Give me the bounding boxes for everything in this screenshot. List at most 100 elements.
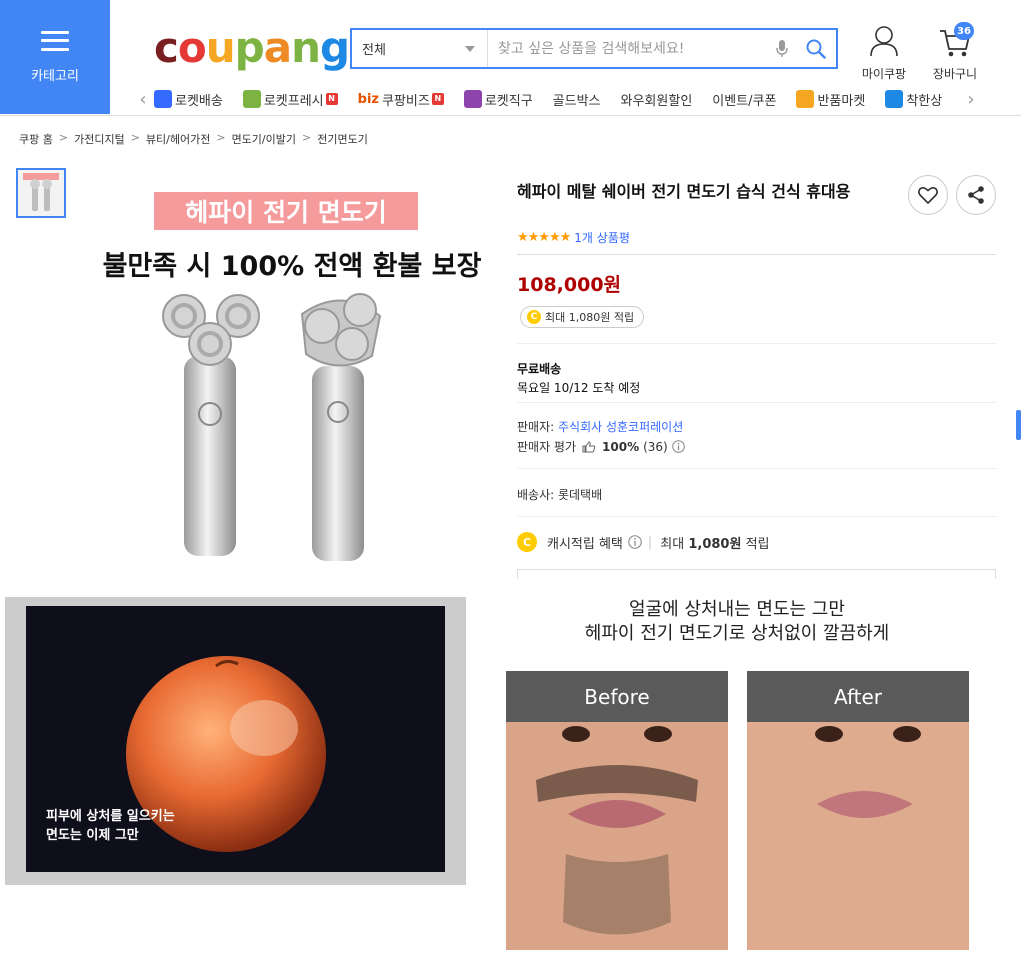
category-label: 카테고리 [31, 68, 79, 84]
search-input[interactable] [488, 30, 768, 67]
cash-amount: 1,080원 [688, 536, 742, 552]
courier-info: 배송사: 롯데택배 [517, 488, 603, 502]
info-icon[interactable] [671, 440, 685, 453]
logo-letter: a [263, 23, 292, 72]
cash-suffix: 적립 [745, 536, 770, 552]
search-icon [806, 39, 826, 59]
logo-letter: g [320, 23, 350, 72]
nav-next-arrow[interactable]: › [960, 89, 982, 110]
orange-caption-line1: 피부에 상처를 일으키는 [46, 809, 175, 824]
rocket-icon [154, 90, 172, 108]
product-main-image[interactable]: 헤파이 전기 면도기 불만족 시 100% 전액 환불 보장 [82, 168, 502, 568]
nav-item-label: 반품마켓 [817, 93, 866, 109]
global-rocket-icon [463, 90, 482, 108]
before-image: Before [506, 671, 728, 950]
nav-item-label: 착한상 [906, 93, 943, 109]
product-thumbnail[interactable] [16, 168, 66, 218]
hero-banner-text: 헤파이 전기 면도기 [185, 198, 387, 227]
divider [517, 254, 996, 255]
nav-item-label: 골드박스 [552, 93, 601, 109]
coin-icon: C [527, 310, 541, 324]
breadcrumb-link[interactable]: 뷰티/헤어가전 [146, 131, 210, 147]
seller-rating-count: (36) [643, 439, 668, 454]
return-market-icon [796, 90, 815, 108]
seller-link[interactable]: 주식회사 성훈코퍼레이션 [558, 420, 683, 434]
wishlist-button[interactable] [908, 175, 948, 215]
orange-caption-line2: 면도는 이제 그만 [46, 828, 139, 843]
category-nav: ‹ 로켓배송 로켓프레시 N biz 쿠팡비즈 N 로켓직구 골드박스 와우회원할인 이벤트/쿠폰… [132, 86, 982, 112]
nav-item[interactable]: 와우회원할인 [621, 90, 693, 109]
breadcrumb-link[interactable]: 면도기/이발기 [232, 131, 296, 147]
points-badge: C 최대 1,080원 적립 [520, 306, 645, 328]
new-badge: N [431, 93, 444, 105]
chevron-down-icon [465, 45, 475, 52]
search-bar: 전체 [350, 28, 838, 69]
breadcrumb-separator: > [302, 131, 312, 144]
nav-prev-arrow[interactable]: ‹ [132, 89, 154, 110]
separator: | [647, 534, 653, 550]
coin-icon: C [517, 532, 537, 552]
nav-item[interactable]: 착한상 [885, 90, 942, 109]
divider [517, 468, 996, 469]
option-box [517, 569, 996, 579]
share-button[interactable] [956, 175, 996, 215]
review-count-link[interactable]: 1개 상품평 [574, 229, 630, 246]
page-scrollbar[interactable] [1016, 410, 1021, 440]
compare-caption: 얼굴에 상처내는 면도는 그만 헤파이 전기 면도기로 상처없이 깔끔하게 [506, 598, 968, 646]
user-icon [870, 26, 898, 57]
seller-label: 판매자: [517, 420, 555, 434]
rating-stars: ★★★★★ [517, 230, 571, 245]
thumbnail-image [23, 173, 59, 211]
nav-item[interactable]: 로켓직구 [463, 90, 533, 109]
info-icon[interactable] [628, 535, 642, 549]
product-title: 헤파이 메탈 쉐이버 전기 면도기 습식 건식 휴대용 [517, 182, 851, 201]
nav-item-label: 이벤트/쿠폰 [712, 93, 777, 109]
after-label: After [747, 671, 969, 722]
mycoupang-label: 마이쿠팡 [861, 67, 907, 81]
points-text: 최대 1,080원 적립 [545, 311, 635, 324]
nav-item-label: 와우회원할인 [620, 93, 693, 109]
compare-caption-line2: 헤파이 전기 면도기로 상처없이 깔끔하게 [584, 623, 890, 644]
logo-letter: p [234, 23, 265, 72]
breadcrumb-link[interactable]: 전기면도기 [317, 131, 368, 147]
voice-search-icon[interactable] [768, 39, 796, 58]
seller-info: 판매자: 주식회사 성훈코퍼레이션 [517, 418, 683, 435]
new-badge: N [325, 93, 338, 105]
search-button[interactable] [796, 39, 836, 59]
divider [517, 343, 996, 344]
product-rating[interactable]: ★★★★★ 1개 상품평 [517, 229, 630, 246]
logo-letter: o [177, 23, 207, 72]
product-price: 108,000원 [517, 274, 622, 296]
header-divider [0, 115, 1021, 116]
face-before-illustration [506, 722, 728, 950]
cash-reward-label: 캐시적립 혜택 [547, 536, 623, 552]
shipping-type: 무료배송 [517, 362, 562, 376]
hero-banner: 헤파이 전기 면도기 [154, 192, 418, 230]
category-menu-button[interactable]: 카테고리 [0, 0, 110, 114]
good-shop-icon [885, 90, 904, 108]
nav-item[interactable]: 이벤트/쿠폰 [712, 90, 776, 109]
after-image: After [747, 671, 969, 950]
divider [517, 516, 996, 517]
mycoupang-button[interactable]: 마이쿠팡 [858, 25, 910, 82]
breadcrumb-link[interactable]: 쿠팡 홈 [19, 131, 53, 147]
nav-item[interactable]: 로켓프레시 N [242, 90, 338, 109]
shaver-illustration [162, 293, 382, 561]
nav-items: 로켓배송 로켓프레시 N biz 쿠팡비즈 N 로켓직구 골드박스 와우회원할인 이벤트/쿠폰 반품… [154, 90, 960, 109]
cash-reward: C 캐시적립 혜택 | 최대 1,080원 적립 [517, 532, 770, 552]
nav-item[interactable]: biz 쿠팡비즈 N [358, 90, 444, 109]
cart-button[interactable]: 36 장바구니 [926, 22, 984, 82]
share-icon [968, 186, 984, 204]
nav-item[interactable]: 반품마켓 [796, 90, 865, 109]
nav-item[interactable]: 골드박스 [553, 90, 601, 109]
nav-item[interactable]: 로켓배송 [154, 90, 223, 109]
search-scope-value: 전체 [362, 43, 386, 58]
breadcrumb-separator: > [130, 131, 140, 144]
face-after-illustration [747, 722, 969, 950]
seller-rating-label: 판매자 평가 [517, 440, 577, 454]
logo-letter: u [205, 23, 236, 72]
breadcrumb-link[interactable]: 가전디지털 [74, 131, 125, 147]
rocket-fresh-icon [242, 90, 261, 108]
coupang-logo[interactable]: coupang [154, 23, 350, 72]
search-scope-select[interactable]: 전체 [352, 30, 488, 67]
